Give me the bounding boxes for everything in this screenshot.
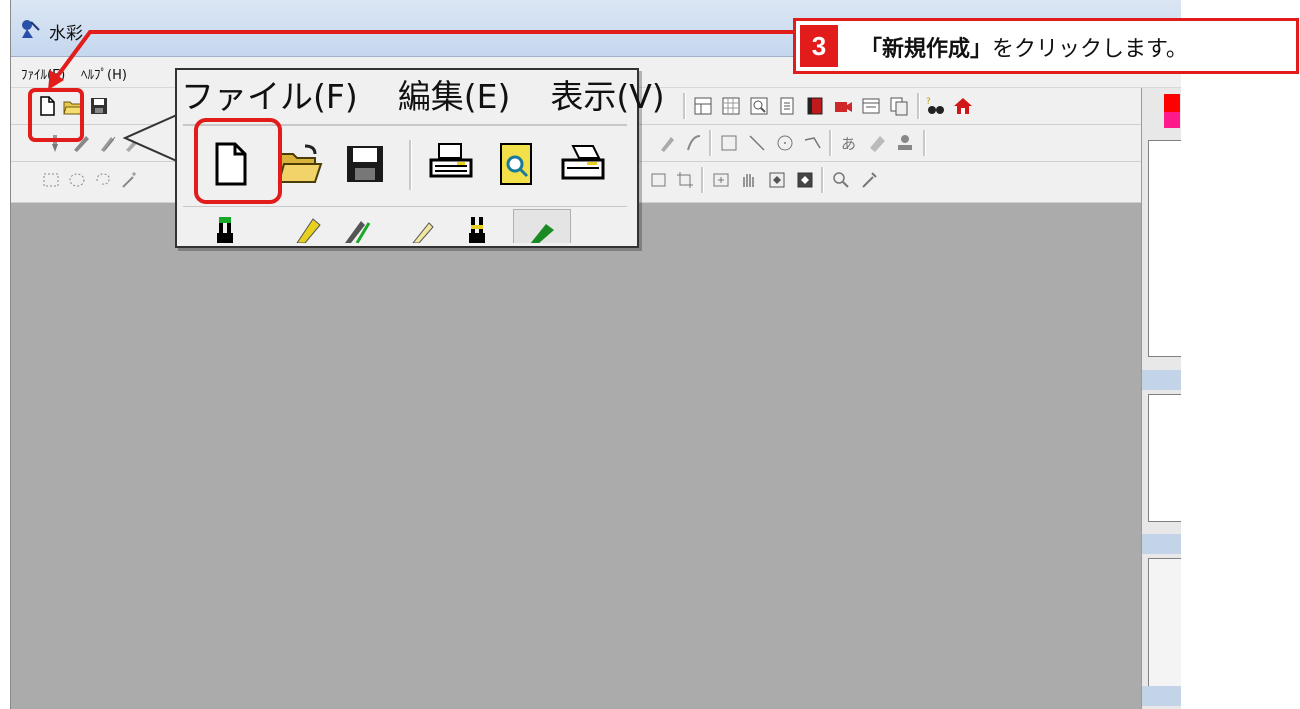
marker-icon	[296, 218, 321, 243]
step-highlight: 「新規作成」	[860, 37, 993, 62]
rectangle-icon	[721, 135, 737, 151]
printer-icon	[429, 143, 473, 178]
zoom-save-button[interactable]	[337, 136, 393, 192]
book-button[interactable]	[803, 94, 827, 118]
crop-button[interactable]	[673, 168, 697, 192]
fill-button[interactable]	[765, 168, 789, 192]
home-button[interactable]	[951, 94, 975, 118]
ellipse-marquee-icon	[69, 173, 85, 187]
lasso-button[interactable]	[91, 168, 115, 192]
save-icon	[347, 146, 383, 182]
step-description: をクリックします。	[992, 37, 1188, 62]
rect-select-button[interactable]	[717, 131, 741, 155]
brush-tool-5[interactable]	[655, 131, 679, 155]
zoom-print-button[interactable]	[423, 136, 479, 192]
book-icon	[807, 97, 823, 115]
marker-icon	[101, 136, 116, 152]
lasso-icon	[96, 173, 110, 185]
circle-icon	[777, 135, 793, 151]
curve-icon	[804, 137, 821, 149]
line-icon	[749, 135, 765, 151]
stamp-tool-button[interactable]	[893, 131, 917, 155]
zoom-button[interactable]	[829, 168, 853, 192]
canvas-workspace[interactable]	[11, 203, 1141, 709]
smudge-icon	[687, 135, 701, 151]
layer-list-panel[interactable]	[1148, 140, 1181, 357]
camera-icon	[835, 102, 852, 112]
svg-text:あ: あ	[841, 135, 856, 153]
zoom-scan-button[interactable]	[555, 136, 611, 192]
move-icon	[713, 173, 729, 187]
eyedropper-icon	[862, 172, 877, 188]
home-icon	[954, 98, 972, 114]
eraser-icon	[870, 136, 885, 152]
open-folder-icon	[277, 144, 323, 183]
rect-marquee-icon	[43, 173, 59, 187]
active-brush-slot[interactable]	[513, 209, 571, 243]
right-panel	[1141, 88, 1181, 709]
brush-icon	[217, 217, 233, 243]
binoculars-icon: ?	[926, 97, 944, 114]
camera-button[interactable]	[831, 94, 855, 118]
curve-tool-button[interactable]	[801, 131, 825, 155]
help-search-button[interactable]: ?	[923, 94, 947, 118]
invert-button[interactable]	[793, 168, 817, 192]
instruction-box: 3 「新規作成」をクリックします。	[793, 18, 1299, 74]
hand-icon	[743, 174, 754, 187]
pencil-icon	[412, 222, 434, 243]
step-number: 3	[800, 25, 838, 67]
new-file-highlight	[28, 88, 84, 142]
zoom-menu-edit[interactable]: 編集(E)	[398, 77, 511, 116]
zoom-new-file-highlight	[194, 118, 282, 204]
zoom-menu-view[interactable]: 表示(V)	[550, 77, 664, 116]
eyedropper-button[interactable]	[857, 168, 881, 192]
magic-wand-button[interactable]	[117, 168, 141, 192]
zoom-preview-button[interactable]	[489, 136, 545, 192]
callout-pointer	[123, 113, 179, 163]
water-brush-icon	[469, 217, 485, 243]
panel-button[interactable]	[859, 94, 883, 118]
color-swatch-red[interactable]	[1164, 94, 1180, 112]
fill-icon	[769, 172, 785, 188]
tool-option-panel	[1148, 558, 1181, 700]
panel-icon	[862, 98, 880, 114]
info-panel	[1148, 394, 1181, 522]
zoom-callout: ファイル(F) 編集(E) 表示(V)	[123, 68, 665, 248]
color-swatch-pink[interactable]	[1164, 112, 1180, 128]
spray-icon	[661, 137, 674, 152]
line-tool-button[interactable]	[745, 131, 769, 155]
circle-tool-button[interactable]	[773, 131, 797, 155]
transform-icon	[651, 173, 666, 187]
pen-icon	[345, 221, 371, 243]
app-icon	[19, 18, 41, 40]
zoom-menu-file[interactable]: ファイル(F)	[181, 77, 358, 116]
green-brush-icon	[530, 224, 554, 243]
invert-icon	[797, 172, 813, 188]
scanner-icon	[561, 145, 605, 180]
eraser-tool-button[interactable]	[865, 131, 889, 155]
copy-button[interactable]	[887, 94, 911, 118]
zoom-icon	[833, 172, 849, 188]
zoom-brush-row	[183, 206, 627, 243]
crop-icon	[677, 172, 693, 188]
stamp-icon	[898, 135, 912, 150]
magic-wand-icon	[122, 172, 136, 188]
zoom-menubar: ファイル(F) 編集(E) 表示(V)	[181, 70, 705, 118]
move-button[interactable]	[709, 168, 733, 192]
svg-text:?: ?	[926, 97, 931, 107]
copy-icon	[890, 97, 908, 116]
step-text: 「新規作成」をクリックします。	[860, 31, 1188, 63]
rect-marquee-button[interactable]	[39, 168, 63, 192]
brush-tool-6[interactable]	[681, 131, 705, 155]
transform-button[interactable]	[647, 168, 671, 192]
brush-tool-3[interactable]	[95, 131, 119, 155]
print-preview-icon	[500, 143, 532, 185]
text-icon: あ	[841, 135, 856, 153]
ellipse-marquee-button[interactable]	[65, 168, 89, 192]
hand-button[interactable]	[737, 168, 761, 192]
text-tool-button[interactable]: あ	[837, 131, 861, 155]
